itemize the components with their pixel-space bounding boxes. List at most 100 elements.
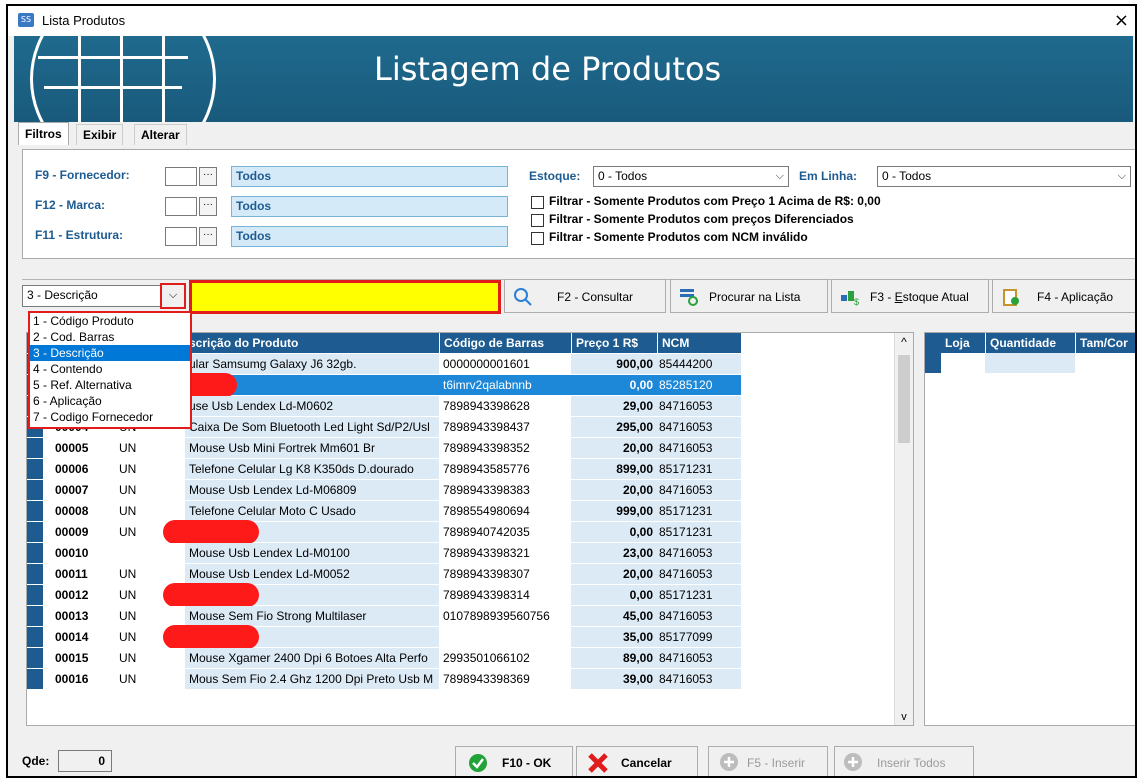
table-row[interactable]: 00009 UN 7898940742035 0,00 85171231 xyxy=(27,520,741,544)
cell-indicator xyxy=(27,522,43,543)
close-button[interactable]: × xyxy=(1114,10,1129,31)
em-linha-select[interactable]: 0 - Todos ⌵ xyxy=(877,166,1131,187)
table-row[interactable]: 00006 UN Telefone Celular Lg K8 K350ds D.d… xyxy=(27,459,741,480)
stock-grid[interactable]: Loja Quantidade Tam/Cor xyxy=(924,332,1135,726)
filter-diferenciados-checkbox[interactable] xyxy=(531,214,544,227)
grid-header-barcode[interactable]: Código de Barras xyxy=(439,333,571,353)
stock-header-indicator xyxy=(925,333,941,353)
procurar-button[interactable]: Procurar na Lista xyxy=(670,279,828,313)
scroll-thumb[interactable] xyxy=(898,355,910,443)
cell-ncm: 85177099 xyxy=(657,627,741,648)
cell-price: 20,00 xyxy=(571,438,657,459)
filter-diferenciados-label: Filtrar - Somente Produtos com preços Di… xyxy=(549,212,854,226)
option-descricao[interactable]: 3 - Descrição xyxy=(30,345,190,361)
tab-filtros[interactable]: Filtros xyxy=(18,122,69,145)
option-ref-alternativa[interactable]: 5 - Ref. Alternativa xyxy=(30,377,190,393)
cell-price: 0,00 xyxy=(571,585,657,606)
cell-indicator xyxy=(27,648,43,669)
cell-ncm: 85444200 xyxy=(657,354,741,375)
chevron-down-icon: ⌵ xyxy=(775,170,784,182)
cell-barcode: 7898943398314 xyxy=(439,585,571,606)
cell-price: 0,00 xyxy=(571,375,657,396)
redaction-mark xyxy=(163,625,259,649)
cell-price: 89,00 xyxy=(571,648,657,669)
insert-button[interactable]: F5 - Inserir xyxy=(708,746,828,776)
em-linha-label: Em Linha: xyxy=(799,169,858,183)
table-row[interactable]: 00007 UN Mouse Usb Lendex Ld-M06809 7898943… xyxy=(27,480,741,501)
grid-header-description[interactable]: scrição do Produto xyxy=(185,333,439,353)
cell-barcode: 7898943398369 xyxy=(439,669,571,690)
cell-price: 29,00 xyxy=(571,396,657,417)
insert-all-button[interactable]: Inserir Todos xyxy=(834,746,974,776)
estrutura-code-input[interactable] xyxy=(165,227,197,246)
cell-barcode: 7898943398352 xyxy=(439,438,571,459)
table-row[interactable]: 00005 UN Mouse Usb Mini Fortrek Mm601 Br 78… xyxy=(27,438,741,459)
cell-code: 00010 xyxy=(43,543,117,564)
chevron-down-icon[interactable]: ⌵ xyxy=(160,283,186,309)
aplicacao-button[interactable]: F4 - Aplicação xyxy=(992,279,1135,313)
estrutura-browse-button[interactable]: ··· xyxy=(199,227,217,246)
cancel-button[interactable]: Cancelar xyxy=(576,746,698,776)
cell-un xyxy=(117,543,185,564)
grid-scrollbar[interactable]: ^ v xyxy=(894,333,913,725)
filter-ncm-checkbox[interactable] xyxy=(531,232,544,245)
table-row[interactable]: 00011 UN Mouse Usb Lendex Ld-M0052 78989433… xyxy=(27,564,741,585)
option-aplicacao[interactable]: 6 - Aplicação xyxy=(30,393,190,409)
cell-desc: Mouse Sem Fio Strong Multilaser xyxy=(185,606,439,627)
table-row[interactable]: 00012 UN 7898943398314 0,00 85171231 xyxy=(27,583,741,607)
cell-code: 00005 xyxy=(43,438,117,459)
redaction-mark xyxy=(163,520,259,544)
option-contendo[interactable]: 4 - Contendo xyxy=(30,361,190,377)
cell-desc: Mouse Usb Lendex Ld-M06809 xyxy=(185,480,439,501)
estoque-select-value: 0 - Todos xyxy=(598,169,648,183)
fornecedor-value: Todos xyxy=(231,166,508,187)
stock-header-loja: Loja xyxy=(941,333,985,353)
table-row[interactable]: 00010 Mouse Usb Lendex Ld-M0100 7898943398… xyxy=(27,543,741,564)
cell-price: 999,00 xyxy=(571,501,657,522)
fornecedor-code-input[interactable] xyxy=(165,167,197,186)
estoque-atual-label: F3 - Estoque Atual xyxy=(870,290,969,304)
table-row[interactable]: 00008 UN Telefone Celular Moto C Usado 7898… xyxy=(27,501,741,522)
window-title: Lista Produtos xyxy=(42,13,126,28)
search-input[interactable] xyxy=(189,280,501,314)
cell-code: 00012 xyxy=(43,585,117,606)
redaction-mark xyxy=(163,583,259,607)
table-row[interactable]: 00016 UN Mous Sem Fio 2.4 Ghz 1200 Dpi Pre… xyxy=(27,669,741,690)
search-field-dropdown[interactable]: 1 - Código Produto 2 - Cod. Barras 3 - D… xyxy=(28,311,192,429)
cell-price: 295,00 xyxy=(571,417,657,438)
estoque-atual-button[interactable]: $ F3 - Estoque Atual xyxy=(831,279,989,313)
em-linha-select-value: 0 - Todos xyxy=(882,169,932,183)
ok-button[interactable]: F10 - OK xyxy=(455,746,573,776)
cell-barcode: 7898943398383 xyxy=(439,480,571,501)
cell-code: 00006 xyxy=(43,459,117,480)
table-row[interactable]: 00014 UN 35,00 85177099 xyxy=(27,625,741,649)
estoque-select[interactable]: 0 - Todos ⌵ xyxy=(593,166,789,187)
table-row[interactable]: 00015 UN Mouse Xgamer 2400 Dpi 6 Botoes Al… xyxy=(27,648,741,669)
option-cod-barras[interactable]: 2 - Cod. Barras xyxy=(30,329,190,345)
option-codigo-fornecedor[interactable]: 7 - Codigo Fornecedor xyxy=(30,409,190,425)
grid-header-ncm[interactable]: NCM xyxy=(657,333,741,353)
filter-preco-checkbox[interactable] xyxy=(531,196,544,209)
scroll-down-icon[interactable]: v xyxy=(895,711,913,723)
table-row[interactable]: 00013 UN Mouse Sem Fio Strong Multilaser 01… xyxy=(27,606,741,627)
fornecedor-browse-button[interactable]: ··· xyxy=(199,167,217,186)
tab-exibir[interactable]: Exibir xyxy=(76,124,124,145)
cell-barcode: 7898554980694 xyxy=(439,501,571,522)
cell-price: 0,00 xyxy=(571,522,657,543)
marca-code-input[interactable] xyxy=(165,197,197,216)
consultar-button[interactable]: F2 - Consultar xyxy=(504,279,666,313)
cell-price: 35,00 xyxy=(571,627,657,648)
tab-alterar[interactable]: Alterar xyxy=(134,124,187,145)
insert-all-label: Inserir Todos xyxy=(877,756,946,770)
qde-value: 0 xyxy=(58,750,112,772)
cell-price: 23,00 xyxy=(571,543,657,564)
cell-price: 20,00 xyxy=(571,480,657,501)
cell-desc: Telefone Celular Moto C Usado xyxy=(185,501,439,522)
cell-barcode: 7898943398628 xyxy=(439,396,571,417)
grid-header-price[interactable]: Preço 1 R$ xyxy=(571,333,657,353)
cell-un: UN xyxy=(117,606,185,627)
cell-un: UN xyxy=(117,480,185,501)
marca-browse-button[interactable]: ··· xyxy=(199,197,217,216)
scroll-up-icon[interactable]: ^ xyxy=(895,335,913,349)
option-codigo-produto[interactable]: 1 - Código Produto xyxy=(30,313,190,329)
